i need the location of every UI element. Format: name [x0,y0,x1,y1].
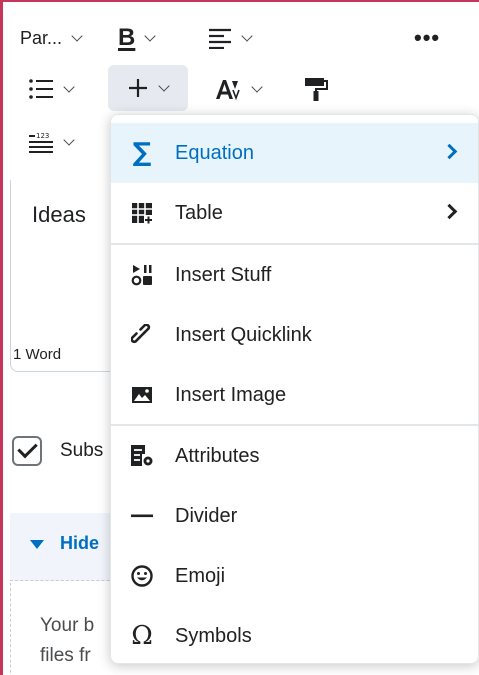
bold-icon: B [118,24,136,51]
menu-item-label: Insert Stuff [175,263,272,286]
divider-icon [130,504,154,528]
line-height-dropdown[interactable]: 123 [28,122,74,162]
subscribe-checkbox[interactable] [12,436,42,466]
menu-item-divider[interactable]: Divider [111,486,478,546]
menu-item-label: Divider [175,504,238,527]
menu-item-attributes[interactable]: Attributes [111,426,478,486]
link-icon [130,323,154,347]
chevron-down-icon [242,33,252,43]
menu-item-label: Emoji [175,564,226,587]
paint-roller-icon [305,78,328,101]
menu-item-label: Table [175,201,223,224]
chevron-down-icon [72,33,82,43]
menu-item-insert-stuff[interactable]: Insert Stuff [111,245,478,305]
chevron-down-icon [145,33,155,43]
sigma-icon: ∑ [132,138,152,168]
insert-stuff-icon [130,263,154,287]
word-count: 1 Word [13,346,62,363]
menu-item-label: Symbols [175,624,252,647]
paragraph-format-dropdown[interactable]: Par... [20,18,82,58]
format-painter-button[interactable] [304,69,328,109]
menu-item-emoji[interactable]: Emoji [111,546,478,606]
emoji-icon [130,564,154,588]
chevron-down-icon [252,84,262,94]
chevron-down-icon [64,137,74,147]
image-icon [130,383,154,407]
editor-content-text: Ideas [32,202,86,227]
chevron-right-icon [441,143,458,160]
caret-down-icon [30,540,44,549]
hide-toggle-label[interactable]: Hide [60,533,99,554]
font-style-icon [216,80,240,101]
menu-item-label: Equation [175,141,254,164]
insert-dropdown[interactable] [108,65,188,111]
bold-dropdown[interactable]: B [118,18,155,58]
svg-text:123: 123 [36,132,49,140]
paragraph-format-label: Par... [20,27,63,48]
list-dropdown[interactable] [28,69,74,109]
plus-icon [129,79,147,97]
menu-item-insert-quicklink[interactable]: Insert Quicklink [111,305,478,365]
checkbox-label: Subs [60,440,104,461]
line-spacing-icon: 123 [29,132,53,153]
drop-zone-text: Your b files fr [40,615,95,666]
menu-item-symbols[interactable]: Ω Symbols [111,606,478,663]
align-left-icon [209,28,231,49]
menu-item-table[interactable]: Table [111,183,478,243]
more-icon: ••• [414,25,441,50]
chevron-down-icon [159,83,169,93]
chevron-down-icon [64,84,74,94]
menu-item-label: Insert Quicklink [175,323,312,346]
align-dropdown[interactable] [208,18,252,58]
menu-item-label: Insert Image [175,383,287,406]
omega-icon: Ω [131,621,153,651]
bullet-list-icon [29,79,53,99]
insert-menu: ∑ Equation Table Insert Stuff Insert Qui… [110,114,479,664]
attributes-icon [130,444,154,468]
menu-item-label: Attributes [175,444,260,467]
menu-item-insert-image[interactable]: Insert Image [111,365,478,425]
font-effects-dropdown[interactable] [214,69,262,109]
more-options-button[interactable]: ••• [414,18,440,58]
table-icon [130,201,154,225]
menu-item-equation[interactable]: ∑ Equation [111,123,478,183]
chevron-right-icon [441,203,458,220]
